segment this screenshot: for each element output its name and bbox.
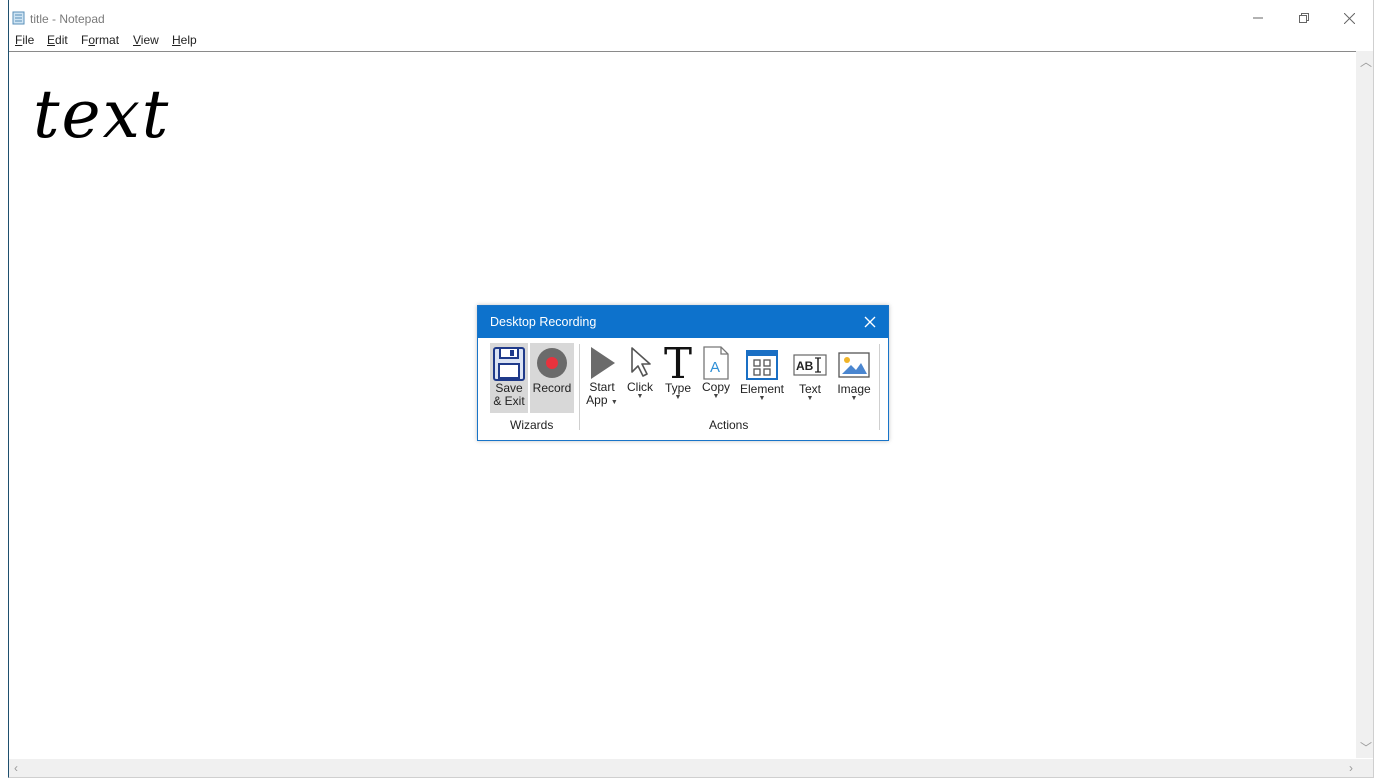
menu-bar: File Edit Format View Help — [9, 33, 1373, 51]
record-icon — [537, 348, 567, 378]
dropdown-arrow-icon: ▼ — [712, 393, 720, 400]
element-window-icon — [746, 350, 778, 380]
vertical-scrollbar[interactable]: ︿ ﹀ — [1356, 51, 1373, 758]
svg-text:A: A — [710, 359, 720, 376]
scrollbar-corner — [1356, 759, 1373, 777]
dropdown-arrow-icon: ▼ — [758, 395, 766, 402]
dropdown-arrow-icon: ▼ — [636, 393, 644, 400]
type-button[interactable]: T Type ▼ — [661, 343, 695, 413]
click-button[interactable]: Click ▼ — [623, 343, 657, 413]
start-app-label-2: App ▼ — [586, 393, 618, 407]
type-t-icon: T — [664, 344, 692, 382]
dropdown-arrow-icon: ▼ — [610, 399, 618, 406]
save-exit-label-2: & Exit — [493, 394, 525, 408]
window-title: title - Notepad — [30, 12, 105, 26]
scroll-up-icon[interactable]: ︿ — [1360, 53, 1372, 70]
wizards-group-label: Wizards — [510, 418, 554, 432]
notepad-icon — [12, 11, 25, 25]
scroll-right-icon[interactable]: › — [1349, 761, 1353, 775]
svg-text:AB: AB — [796, 359, 814, 373]
floppy-disk-icon — [493, 347, 525, 381]
minimize-button[interactable] — [1235, 5, 1281, 31]
record-button[interactable]: Record — [530, 343, 574, 413]
group-separator — [879, 344, 880, 430]
svg-text:T: T — [664, 344, 692, 382]
scroll-left-icon[interactable]: ‹ — [14, 761, 18, 775]
desktop-recording-dialog: Desktop Recording Save & Exit Record Wiz… — [477, 305, 889, 441]
dialog-title-bar[interactable]: Desktop Recording — [478, 306, 888, 338]
image-icon — [838, 352, 870, 378]
copy-document-icon: A — [703, 346, 729, 380]
horizontal-scrollbar[interactable]: ‹ › — [9, 759, 1357, 777]
save-exit-button[interactable]: Save & Exit — [490, 343, 528, 413]
dropdown-arrow-icon: ▼ — [806, 395, 814, 402]
dropdown-arrow-icon: ▼ — [850, 395, 858, 402]
menu-edit[interactable]: Edit — [47, 33, 68, 47]
scroll-down-icon[interactable]: ﹀ — [1360, 739, 1372, 756]
menu-file[interactable]: File — [15, 33, 34, 47]
element-button[interactable]: Element ▼ — [739, 343, 785, 413]
text-button[interactable]: AB Text ▼ — [791, 343, 829, 413]
copy-button[interactable]: A Copy ▼ — [699, 343, 733, 413]
restore-button[interactable] — [1281, 5, 1327, 31]
close-icon[interactable] — [862, 314, 878, 330]
editor-content: text — [33, 76, 171, 153]
text-field-icon: AB — [793, 354, 827, 376]
dialog-title: Desktop Recording — [490, 315, 597, 329]
cursor-icon — [631, 347, 651, 377]
close-icon — [1343, 12, 1355, 24]
record-label: Record — [532, 381, 572, 395]
menu-format[interactable]: Format — [81, 33, 119, 47]
close-window-button[interactable] — [1326, 5, 1372, 31]
minimize-icon — [1253, 17, 1263, 19]
dropdown-arrow-icon: ▼ — [674, 394, 682, 401]
menu-help[interactable]: Help — [172, 33, 197, 47]
play-icon — [591, 347, 615, 379]
group-separator — [579, 344, 580, 430]
menu-view[interactable]: View — [133, 33, 159, 47]
start-app-button[interactable]: Start App ▼ — [584, 343, 620, 413]
image-button[interactable]: Image ▼ — [834, 343, 874, 413]
title-bar[interactable]: title - Notepad — [9, 0, 1373, 34]
restore-icon — [1299, 13, 1309, 23]
actions-group-label: Actions — [709, 418, 749, 432]
